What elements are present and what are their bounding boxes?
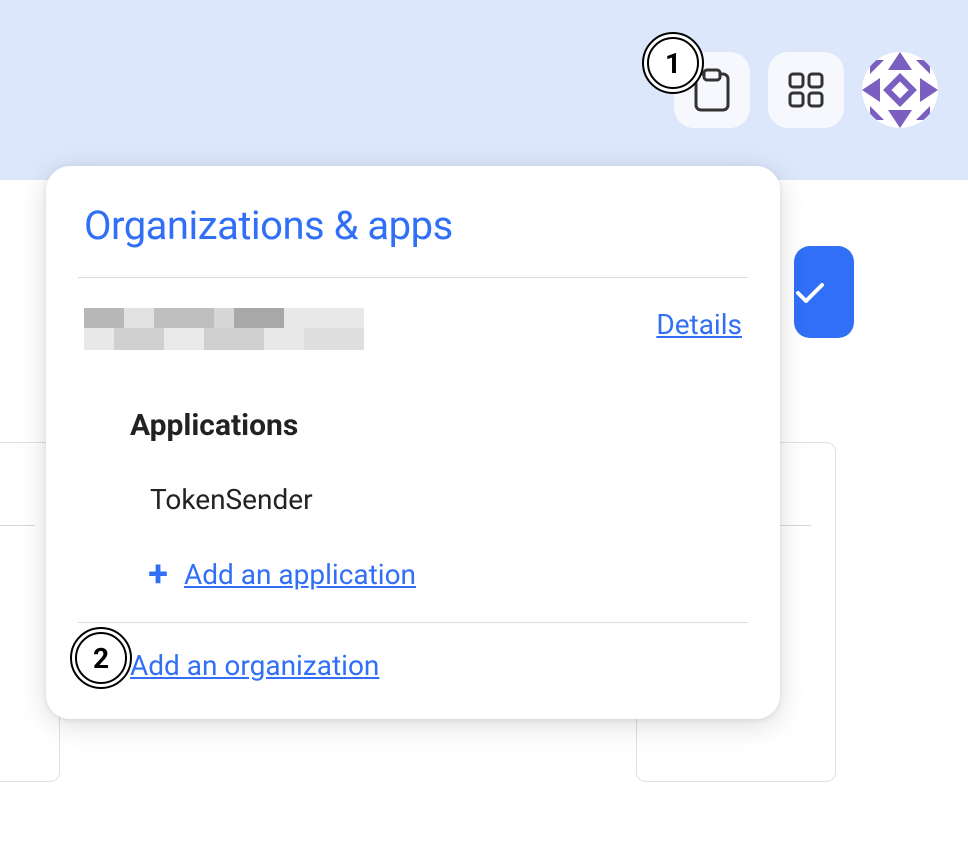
- avatar[interactable]: [862, 52, 938, 128]
- confirm-button[interactable]: [794, 246, 854, 338]
- org-name-redacted: [84, 308, 364, 350]
- grid-icon: [786, 70, 826, 110]
- add-application-row: + Add an application: [84, 556, 742, 622]
- applications-heading: Applications: [84, 356, 742, 443]
- popover-title: Organizations & apps: [84, 202, 742, 277]
- plus-icon: +: [144, 556, 172, 592]
- apps-grid-button[interactable]: [768, 52, 844, 128]
- bg-divider-left: [0, 525, 35, 526]
- annotation-number: 1: [665, 47, 681, 80]
- annotation-number: 2: [93, 642, 109, 675]
- org-details-link[interactable]: Details: [656, 308, 742, 341]
- add-organization-link[interactable]: Add an organization: [130, 649, 379, 682]
- orgs-apps-popover: Organizations & apps Details Application…: [46, 166, 780, 719]
- add-application-link[interactable]: Add an application: [184, 558, 416, 591]
- add-organization-row: + Add an organization: [84, 623, 742, 689]
- application-item[interactable]: TokenSender: [84, 443, 742, 556]
- top-banner: [0, 0, 968, 180]
- annotation-bubble-2: 2: [70, 627, 132, 689]
- toolbar: [674, 52, 938, 128]
- check-icon: [788, 270, 832, 314]
- annotation-bubble-1: 1: [642, 32, 704, 94]
- avatar-icon: [862, 52, 938, 128]
- org-row: Details: [84, 278, 742, 356]
